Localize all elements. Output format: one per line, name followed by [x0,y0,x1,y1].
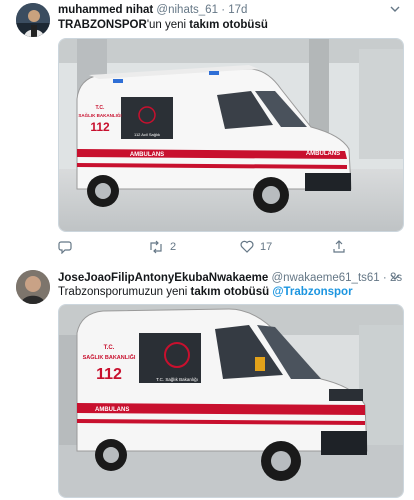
separator-dot: · [382,272,387,284]
retweet-button[interactable]: 2 [148,240,176,254]
tweet-text-bold-2: takım otobüsü [189,19,268,31]
share-button[interactable] [332,240,346,254]
ambulance-photo: T.C. SAĞLIK BAKANLIĞI 112 112 Acil Sağlı… [59,39,403,231]
retweet-icon [148,240,164,254]
timestamp[interactable]: 17d [228,4,247,16]
retweet-count: 2 [170,241,177,253]
tweet-text: TRABZONSPOR'un yeni takım otobüsü [58,18,268,33]
avatar[interactable] [16,270,50,304]
mention-link[interactable]: @Trabzonspor [272,286,352,298]
tweet-text-plain: 'un yeni [146,19,190,31]
tweet-photo[interactable]: T.C. SAĞLIK BAKANLIĞI 112 112 Acil Sağlı… [58,38,404,232]
window-logo-text: T.C. Sağlık Bakanlığı [156,377,198,382]
share-icon [332,240,346,254]
handle[interactable]: @nwakaeme61_ts61 [271,272,379,284]
sign-number: 112 [90,120,110,134]
like-icon [240,240,254,253]
handle[interactable]: @nihats_61 [156,4,218,16]
tweet-text-bold: TRABZONSPOR [58,19,147,31]
side-text: AMBULANS [130,152,164,158]
chevron-down-icon[interactable] [390,273,400,284]
hood-text: AMBULANS [306,151,340,157]
display-name[interactable]: muhammed nihat [58,4,153,16]
like-count: 17 [260,240,273,253]
sign-line2: SAĞLIK BAKANLIĞI [78,111,121,118]
tweet-text: Trabzonsporumuzun yeni takım otobüsü @Tr… [58,285,353,300]
sign-line2: SAĞLIK BAKANLIĞI [83,353,136,361]
side-text: AMBULANS [95,407,129,413]
avatar[interactable] [16,3,50,37]
ambulance-photo: T.C. SAĞLIK BAKANLIĞI 112 T.C. Sağlık Ba… [59,305,403,497]
reply-icon [58,240,72,254]
reply-button[interactable] [58,240,78,254]
sign-line1: T.C. [96,105,106,111]
display-name[interactable]: JoseJoaoFilipAntonyEkubaNwakaeme [58,272,268,284]
like-button[interactable]: 17 [240,240,272,253]
tweet-header: JoseJoaoFilipAntonyEkubaNwakaeme @nwakae… [58,271,402,286]
sign-line1: T.C. [104,345,115,351]
chevron-down-icon[interactable] [390,5,400,16]
separator-dot: · [221,4,226,16]
tweet-text-plain: Trabzonsporumuzun yeni [58,286,191,298]
tweet-header: muhammed nihat @nihats_61 · 17d [58,3,247,18]
window-logo-text: 112 Acil Sağlık [134,132,160,137]
sign-number: 112 [96,366,122,383]
tweet-photo[interactable]: T.C. SAĞLIK BAKANLIĞI 112 T.C. Sağlık Ba… [58,304,404,498]
tweet-actions: 2 17 [58,240,358,258]
tweet[interactable]: muhammed nihat @nihats_61 · 17d TRABZONS… [0,0,414,262]
tweet-text-bold: takım otobüsü [190,286,270,298]
